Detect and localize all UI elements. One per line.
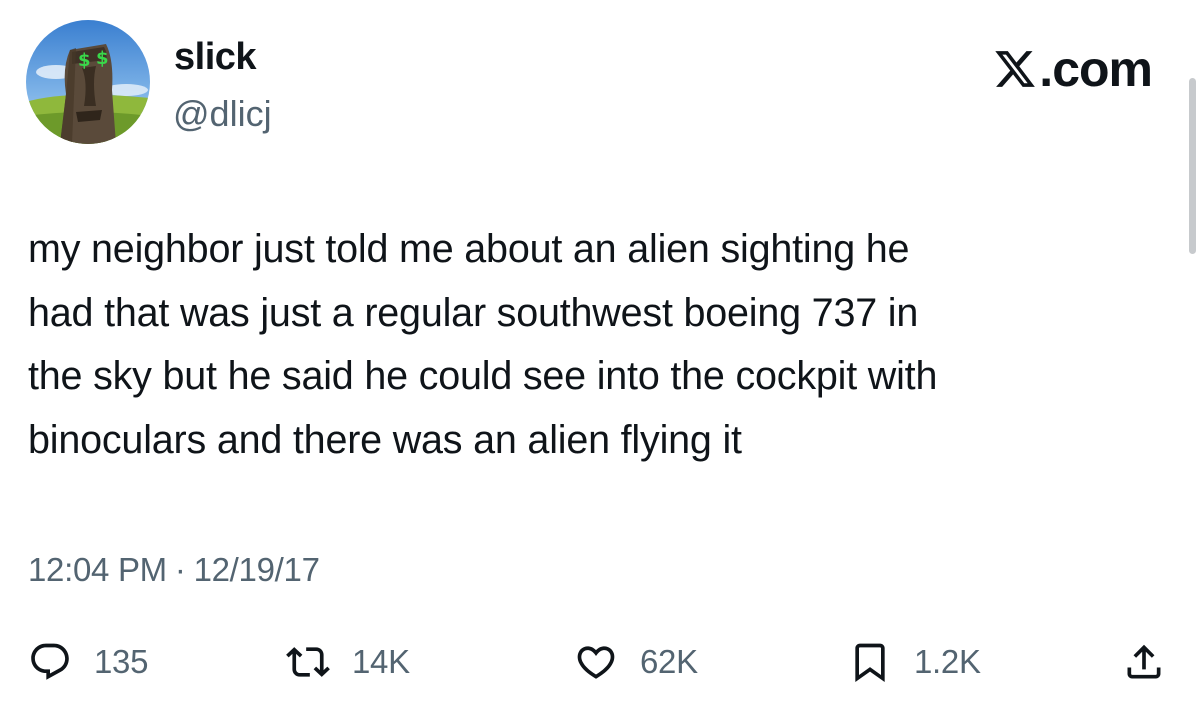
- moai-avatar-image: $ $: [26, 20, 150, 144]
- like-button[interactable]: 62K: [574, 632, 698, 692]
- tweet-time: 12:04 PM: [28, 551, 167, 588]
- retweet-icon: [286, 647, 330, 677]
- display-name[interactable]: slick: [174, 34, 257, 80]
- heart-icon: [577, 646, 615, 679]
- x-logo-icon: [995, 51, 1036, 87]
- share-button[interactable]: [1122, 632, 1166, 692]
- share-icon: [1127, 644, 1161, 679]
- bookmark-count: 1.2K: [914, 643, 981, 680]
- tweet-text: my neighbor just told me about an alien …: [28, 218, 1178, 472]
- reply-count: 135: [94, 643, 149, 680]
- avatar[interactable]: $ $: [26, 20, 150, 144]
- brand-domain: .com: [1039, 41, 1153, 97]
- tweet-text-line: binoculars and there was an alien flying…: [28, 417, 742, 462]
- tweet-text-line: my neighbor just told me about an alien …: [28, 227, 910, 271]
- meta-separator: ·: [174, 551, 186, 588]
- reply-icon: [31, 643, 69, 680]
- user-handle[interactable]: @dlicj: [173, 92, 272, 136]
- svg-text:$: $: [78, 50, 91, 71]
- bookmark-button[interactable]: 1.2K: [848, 632, 981, 692]
- tweet-card: $ $ slick @dlicj .com my neighbor just t…: [0, 0, 1200, 713]
- brand-watermark: .com: [993, 41, 1153, 97]
- tweet-timestamp[interactable]: 12:04 PM · 12/19/17: [28, 548, 320, 592]
- like-count: 62K: [640, 643, 698, 680]
- svg-text:$: $: [96, 48, 109, 69]
- tweet-text-line: the sky but he said he could see into th…: [28, 354, 938, 398]
- retweet-count: 14K: [352, 643, 410, 680]
- reply-button[interactable]: 135: [28, 632, 148, 692]
- scrollbar[interactable]: [1189, 78, 1196, 254]
- action-bar: 135 14K 62K 1.2K: [0, 632, 1200, 692]
- tweet-text-line: had that was just a regular southwest bo…: [28, 290, 919, 335]
- retweet-button[interactable]: 14K: [286, 632, 410, 692]
- tweet-date: 12/19/17: [193, 551, 320, 588]
- bookmark-icon: [855, 643, 885, 683]
